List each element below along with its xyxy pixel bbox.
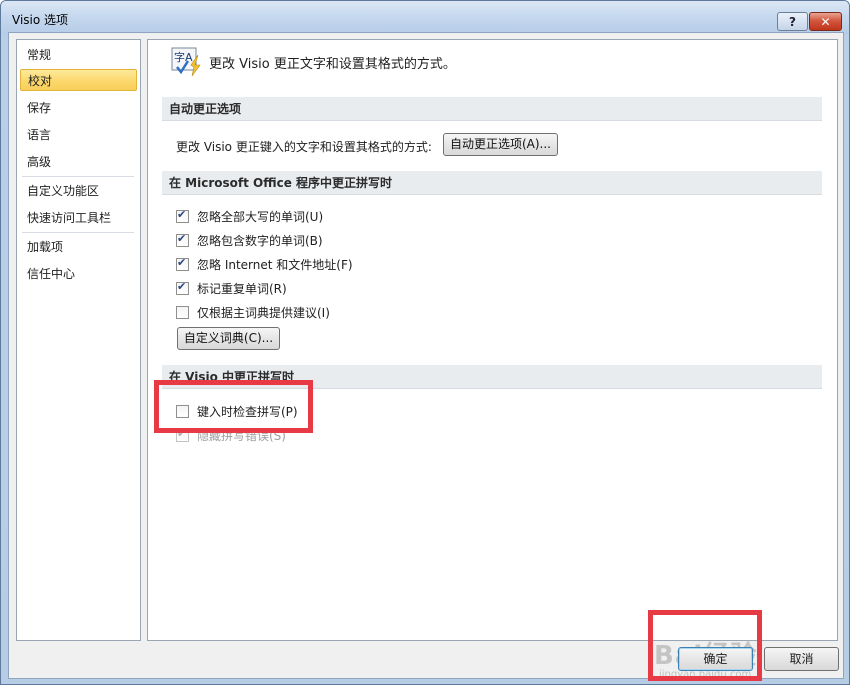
office-spelling-section-heading: 在 Microsoft Office 程序中更正拼写时 <box>162 171 822 195</box>
ignore-uppercase-checkbox[interactable] <box>176 208 189 223</box>
hide-spelling-errors-checkbox <box>176 427 189 442</box>
title-bar: Visio 选项 ? ✕ <box>1 1 849 35</box>
check-spelling-as-you-type-checkbox[interactable] <box>176 404 189 418</box>
ignore-uppercase-label: 忽略全部大写的单词(U) <box>197 209 324 224</box>
flag-repeated-label: 标记重复单词(R) <box>197 281 287 296</box>
category-nav: 常规 校对 保存 语言 高级 自定义功能区 快速访问工具栏 加载项 信任中心 <box>16 39 141 641</box>
nav-item-language[interactable]: 语言 <box>20 124 137 146</box>
proofing-panel: 字A 更改 Visio 更正文字和设置其格式的方式。 自动更正选项 更改 Vis… <box>147 39 838 641</box>
nav-item-add-ins[interactable]: 加载项 <box>20 236 137 258</box>
hide-spelling-errors-option: 隐藏拼写错误(S) <box>176 426 286 444</box>
custom-dictionaries-button[interactable]: 自定义词典(C)... <box>177 327 280 350</box>
main-dictionary-only-checkbox[interactable] <box>176 305 189 319</box>
nav-item-save[interactable]: 保存 <box>20 97 137 119</box>
main-dictionary-only-option[interactable]: 仅根据主词典提供建议(I) <box>176 303 330 321</box>
visio-options-window: Visio 选项 ? ✕ 常规 校对 保存 语言 高级 自定义功能区 快速访问工… <box>0 0 850 685</box>
ignore-numbers-option[interactable]: 忽略包含数字的单词(B) <box>176 231 323 249</box>
flag-repeated-checkbox[interactable] <box>176 280 189 295</box>
nav-item-proofing[interactable]: 校对 <box>20 69 137 91</box>
ignore-numbers-checkbox[interactable] <box>176 232 189 247</box>
window-title: Visio 选项 <box>12 13 69 27</box>
ignore-uppercase-option[interactable]: 忽略全部大写的单词(U) <box>176 207 323 225</box>
autocorrect-section-heading: 自动更正选项 <box>162 97 822 121</box>
check-spelling-as-you-type-label: 键入时检查拼写(P) <box>197 404 298 419</box>
ignore-internet-option[interactable]: 忽略 Internet 和文件地址(F) <box>176 255 353 273</box>
autocorrect-label: 更改 Visio 更正键入的文字和设置其格式的方式: <box>176 140 432 154</box>
close-button[interactable]: ✕ <box>809 12 842 31</box>
cancel-button[interactable]: 取消 <box>764 647 839 671</box>
nav-item-general[interactable]: 常规 <box>20 44 137 66</box>
visio-spelling-section-heading: 在 Visio 中更正拼写时 <box>162 365 822 389</box>
nav-divider <box>22 232 134 233</box>
nav-divider <box>22 176 134 177</box>
nav-item-advanced[interactable]: 高级 <box>20 151 137 173</box>
main-dictionary-only-label: 仅根据主词典提供建议(I) <box>197 305 330 320</box>
ok-button[interactable]: 确定 <box>678 647 753 671</box>
panel-description: 更改 Visio 更正文字和设置其格式的方式。 <box>209 57 456 72</box>
dialog-client-area: 常规 校对 保存 语言 高级 自定义功能区 快速访问工具栏 加载项 信任中心 字… <box>8 32 844 680</box>
autocorrect-options-button[interactable]: 自动更正选项(A)... <box>443 133 558 156</box>
nav-item-customize-ribbon[interactable]: 自定义功能区 <box>20 180 137 202</box>
proofing-icon: 字A <box>171 47 201 77</box>
flag-repeated-option[interactable]: 标记重复单词(R) <box>176 279 287 297</box>
help-button[interactable]: ? <box>777 12 808 31</box>
ignore-numbers-label: 忽略包含数字的单词(B) <box>197 233 323 248</box>
nav-item-trust-center[interactable]: 信任中心 <box>20 263 137 285</box>
hide-spelling-errors-label: 隐藏拼写错误(S) <box>197 428 286 443</box>
svg-text:字A: 字A <box>174 50 193 64</box>
ignore-internet-checkbox[interactable] <box>176 256 189 271</box>
nav-item-quick-access-toolbar[interactable]: 快速访问工具栏 <box>20 207 137 229</box>
ignore-internet-label: 忽略 Internet 和文件地址(F) <box>197 257 353 272</box>
check-spelling-as-you-type-option[interactable]: 键入时检查拼写(P) <box>176 402 298 420</box>
